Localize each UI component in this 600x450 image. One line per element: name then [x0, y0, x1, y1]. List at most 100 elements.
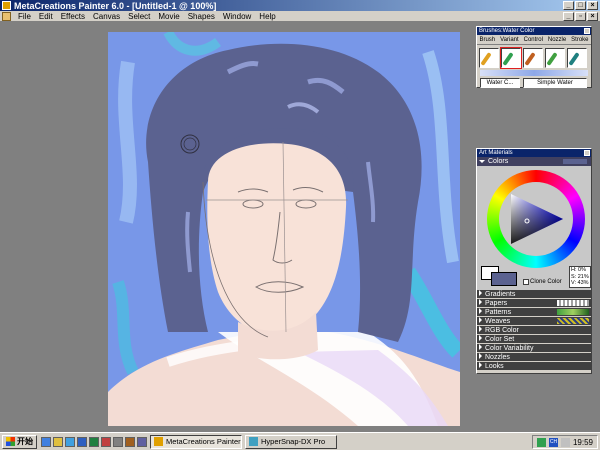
colors-label: Colors — [488, 158, 509, 165]
section-label: Weaves — [485, 318, 511, 325]
doc-close-button[interactable]: × — [587, 12, 598, 21]
excel-icon[interactable] — [89, 436, 99, 447]
close-icon[interactable] — [584, 150, 590, 156]
secondary-color-swatch[interactable] — [491, 272, 517, 286]
chevron-right-icon — [479, 317, 482, 323]
outlook-icon[interactable] — [65, 436, 75, 447]
art-materials-title-text: Art Materials — [479, 150, 513, 156]
menu-movie[interactable]: Movie — [154, 12, 183, 21]
value-value: V: 43% — [571, 280, 589, 286]
pencil-icon[interactable] — [479, 48, 499, 68]
section-gradients[interactable]: Gradients — [477, 290, 591, 299]
papers-preview — [557, 300, 589, 306]
hsv-readout: H: 0% S: 21% V: 43% — [569, 266, 591, 288]
brushes-palette: Brushes:Water Color Brush Variant Contro… — [476, 26, 592, 88]
section-label: Patterns — [485, 309, 512, 316]
brush-icon[interactable] — [500, 47, 522, 69]
chevron-right-icon — [479, 335, 482, 341]
chevron-right-icon — [479, 308, 482, 314]
menu-effects[interactable]: Effects — [57, 12, 89, 21]
section-rgb-color[interactable]: RGB Color — [477, 326, 591, 335]
menu-edit[interactable]: Edit — [35, 12, 57, 21]
chevron-down-icon — [479, 160, 485, 163]
menu-window[interactable]: Window — [219, 12, 255, 21]
app-icon[interactable] — [137, 436, 147, 447]
section-weaves[interactable]: Weaves — [477, 317, 591, 326]
taskbar-button-painter[interactable]: MetaCreations Painter 6.... — [150, 434, 242, 449]
section-color-variability[interactable]: Color Variability — [477, 344, 591, 353]
tab-control[interactable]: Control — [524, 35, 543, 44]
system-tray: CH 19:59 — [531, 435, 598, 449]
chevron-right-icon — [479, 344, 482, 350]
app-icon[interactable] — [125, 436, 135, 447]
brush-variant-select[interactable]: Simple Water — [523, 78, 587, 88]
task-label: MetaCreations Painter 6.... — [166, 436, 241, 446]
folder-icon[interactable] — [53, 436, 63, 447]
start-button[interactable]: 开始 — [2, 434, 37, 449]
input-language-badge[interactable]: CH — [548, 437, 558, 447]
section-nozzles[interactable]: Nozzles — [477, 353, 591, 362]
chevron-right-icon — [479, 353, 482, 359]
doc-minimize-button[interactable]: _ — [563, 12, 574, 21]
brush-category-select[interactable]: Water C... — [480, 78, 520, 88]
minimize-button[interactable]: _ — [563, 1, 574, 10]
menu-select[interactable]: Select — [124, 12, 154, 21]
section-label: Papers — [485, 300, 508, 307]
browser-icon[interactable] — [41, 436, 51, 447]
art-materials-title[interactable]: Art Materials — [477, 149, 591, 157]
brush-icon[interactable] — [567, 48, 587, 68]
menu-help[interactable]: Help — [255, 12, 279, 21]
chevron-right-icon — [479, 362, 482, 368]
brush-icon-row — [477, 45, 591, 69]
painter-app-icon[interactable] — [2, 1, 11, 10]
brush-icon[interactable] — [545, 48, 565, 68]
section-label: Nozzles — [485, 354, 510, 361]
menu-file[interactable]: File — [14, 12, 35, 21]
tab-variant[interactable]: Variant — [500, 35, 519, 44]
section-looks[interactable]: Looks — [477, 362, 591, 371]
taskbar: 开始 MetaCreations Painter 6.... HyperSnap… — [0, 432, 600, 450]
start-label: 开始 — [17, 436, 33, 446]
section-label: RGB Color — [485, 327, 519, 334]
powerpoint-icon[interactable] — [101, 436, 111, 447]
menu-canvas[interactable]: Canvas — [89, 12, 124, 21]
maximize-button[interactable]: □ — [575, 1, 586, 10]
document-icon[interactable] — [2, 11, 11, 21]
section-papers[interactable]: Papers — [477, 299, 591, 308]
section-patterns[interactable]: Patterns — [477, 308, 591, 317]
doc-restore-button[interactable]: ▫ — [575, 12, 586, 21]
windows-logo-icon — [6, 437, 15, 446]
art-materials-palette: Art Materials Colors Clone Color H: 0% S… — [476, 148, 592, 374]
clone-color-checkbox[interactable]: Clone Color — [523, 279, 562, 285]
close-icon[interactable] — [584, 28, 590, 34]
window-title: MetaCreations Painter 6.0 - [Untitled-1 … — [14, 0, 217, 11]
brush-icon[interactable] — [523, 48, 543, 68]
tab-brush[interactable]: Brush — [479, 35, 495, 44]
volume-icon[interactable] — [560, 437, 570, 447]
section-label: Looks — [485, 363, 504, 370]
color-picker: Clone Color H: 0% S: 21% V: 43% — [477, 166, 591, 290]
section-label: Color Set — [485, 336, 515, 343]
brushes-tabs: Brush Variant Control Nozzle Stroke — [477, 35, 591, 45]
tab-stroke[interactable]: Stroke — [571, 35, 588, 44]
painting-canvas[interactable] — [108, 32, 460, 426]
clone-color-label: Clone Color — [530, 279, 562, 285]
close-button[interactable]: × — [587, 1, 598, 10]
network-icon[interactable] — [536, 437, 546, 447]
taskbar-button-hypersnap[interactable]: HyperSnap-DX Pro — [245, 434, 337, 449]
hue-ring[interactable] — [487, 170, 585, 268]
menu-shapes[interactable]: Shapes — [184, 12, 219, 21]
weaves-preview — [557, 318, 589, 324]
portrait-painting — [108, 32, 460, 426]
word-icon[interactable] — [77, 436, 87, 447]
colors-section-header[interactable]: Colors — [477, 157, 591, 166]
saturation-value-triangle[interactable] — [507, 190, 565, 248]
patterns-preview — [557, 309, 589, 315]
section-label: Gradients — [485, 291, 516, 298]
tab-nozzle[interactable]: Nozzle — [548, 35, 566, 44]
chevron-right-icon — [479, 290, 482, 296]
clock[interactable]: 19:59 — [573, 438, 593, 447]
section-color-set[interactable]: Color Set — [477, 335, 591, 344]
app-icon[interactable] — [113, 436, 123, 447]
brushes-palette-title[interactable]: Brushes:Water Color — [477, 27, 591, 35]
